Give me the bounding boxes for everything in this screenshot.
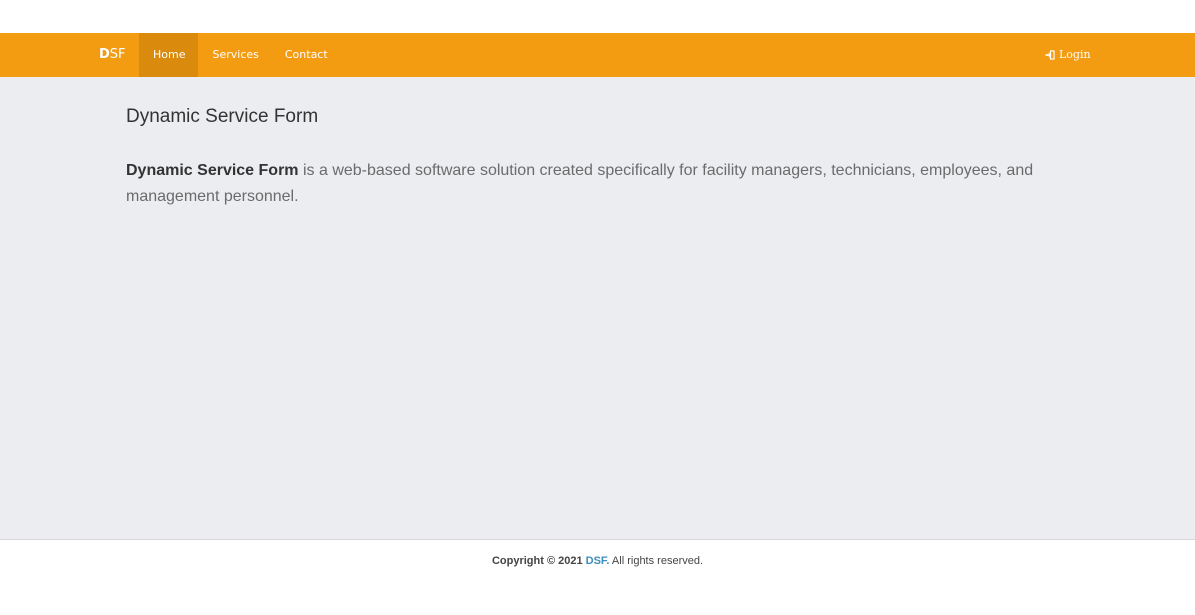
footer-brand-link[interactable]: DSF. bbox=[586, 555, 610, 567]
nav-menu: Home Services Contact bbox=[139, 33, 341, 77]
intro-strong: Dynamic Service Form bbox=[126, 162, 299, 179]
copyright-prefix: Copyright © 2021 bbox=[491, 555, 586, 567]
brand-logo[interactable]: DSF bbox=[99, 33, 126, 77]
nav-item-home[interactable]: Home bbox=[139, 33, 199, 77]
login-link[interactable]: Login bbox=[1045, 33, 1091, 77]
nav-item-label: Home bbox=[153, 48, 186, 61]
nav-item-services[interactable]: Services bbox=[198, 33, 270, 77]
brand-initial: D bbox=[99, 47, 110, 62]
nav-item-contact[interactable]: Contact bbox=[271, 33, 341, 77]
top-navbar: DSF Home Services Contact Login bbox=[0, 33, 1195, 77]
main-content: Dynamic Service Form Dynamic Service For… bbox=[0, 77, 1195, 539]
intro-paragraph: Dynamic Service Form is a web-based soft… bbox=[126, 158, 1086, 210]
sign-in-icon bbox=[1045, 50, 1055, 60]
footer: Copyright © 2021 DSF. All rights reserve… bbox=[0, 539, 1195, 615]
copyright-text: Copyright © 2021 DSF. All rights reserve… bbox=[0, 555, 1195, 567]
nav-item-label: Services bbox=[212, 48, 259, 61]
page-title: Dynamic Service Form bbox=[126, 106, 319, 127]
brand-rest: SF bbox=[109, 47, 126, 62]
copyright-suffix: All rights reserved. bbox=[609, 555, 704, 567]
page: DSF Home Services Contact Login Dynamic … bbox=[0, 0, 1195, 615]
login-label: Login bbox=[1059, 48, 1091, 61]
nav-item-label: Contact bbox=[284, 48, 328, 61]
